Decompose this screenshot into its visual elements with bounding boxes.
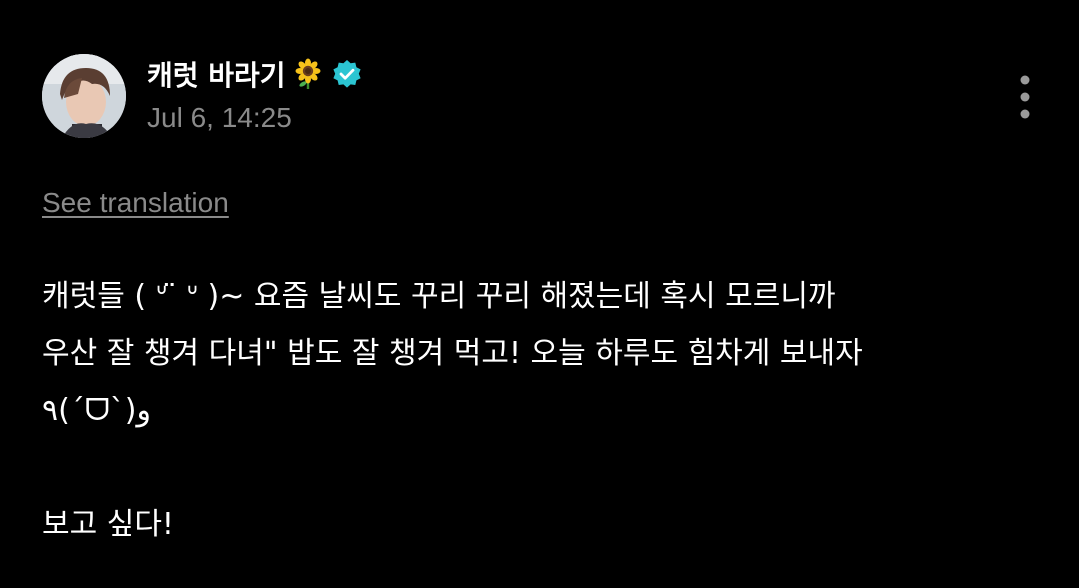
author-name[interactable]: 캐럿 바라기: [147, 54, 286, 94]
more-vertical-icon: [1020, 75, 1030, 119]
post-body: 캐럿들 ( ᐡ ̈ ᐡ )~ 요즘 날씨도 꾸리 꾸리 해졌는데 혹시 모르니까…: [42, 268, 1042, 553]
sunflower-icon: [292, 58, 324, 90]
avatar[interactable]: [42, 54, 126, 138]
post-card: 캐럿 바라기 Jul 6, 14:25 See translation 캐럿들 …: [0, 0, 1079, 588]
profile-photo: [42, 54, 126, 138]
post-header: 캐럿 바라기 Jul 6, 14:25: [147, 52, 847, 134]
see-translation-link[interactable]: See translation: [42, 187, 229, 219]
body-line: 우산 잘 챙겨 다녀" 밥도 잘 챙겨 먹고! 오늘 하루도 힘차게 보내자: [42, 336, 863, 371]
body-line: 캐럿들 ( ᐡ ̈ ᐡ )~ 요즘 날씨도 꾸리 꾸리 해졌는데 혹시 모르니까: [42, 279, 836, 314]
name-row: 캐럿 바라기: [147, 52, 847, 96]
body-line: ٩(ˊᗜˋ)و: [42, 393, 151, 428]
body-line: 보고 싶다!: [42, 507, 174, 542]
more-options-button[interactable]: [1008, 72, 1042, 122]
verified-badge-icon: [332, 59, 362, 89]
post-timestamp: Jul 6, 14:25: [147, 102, 292, 133]
